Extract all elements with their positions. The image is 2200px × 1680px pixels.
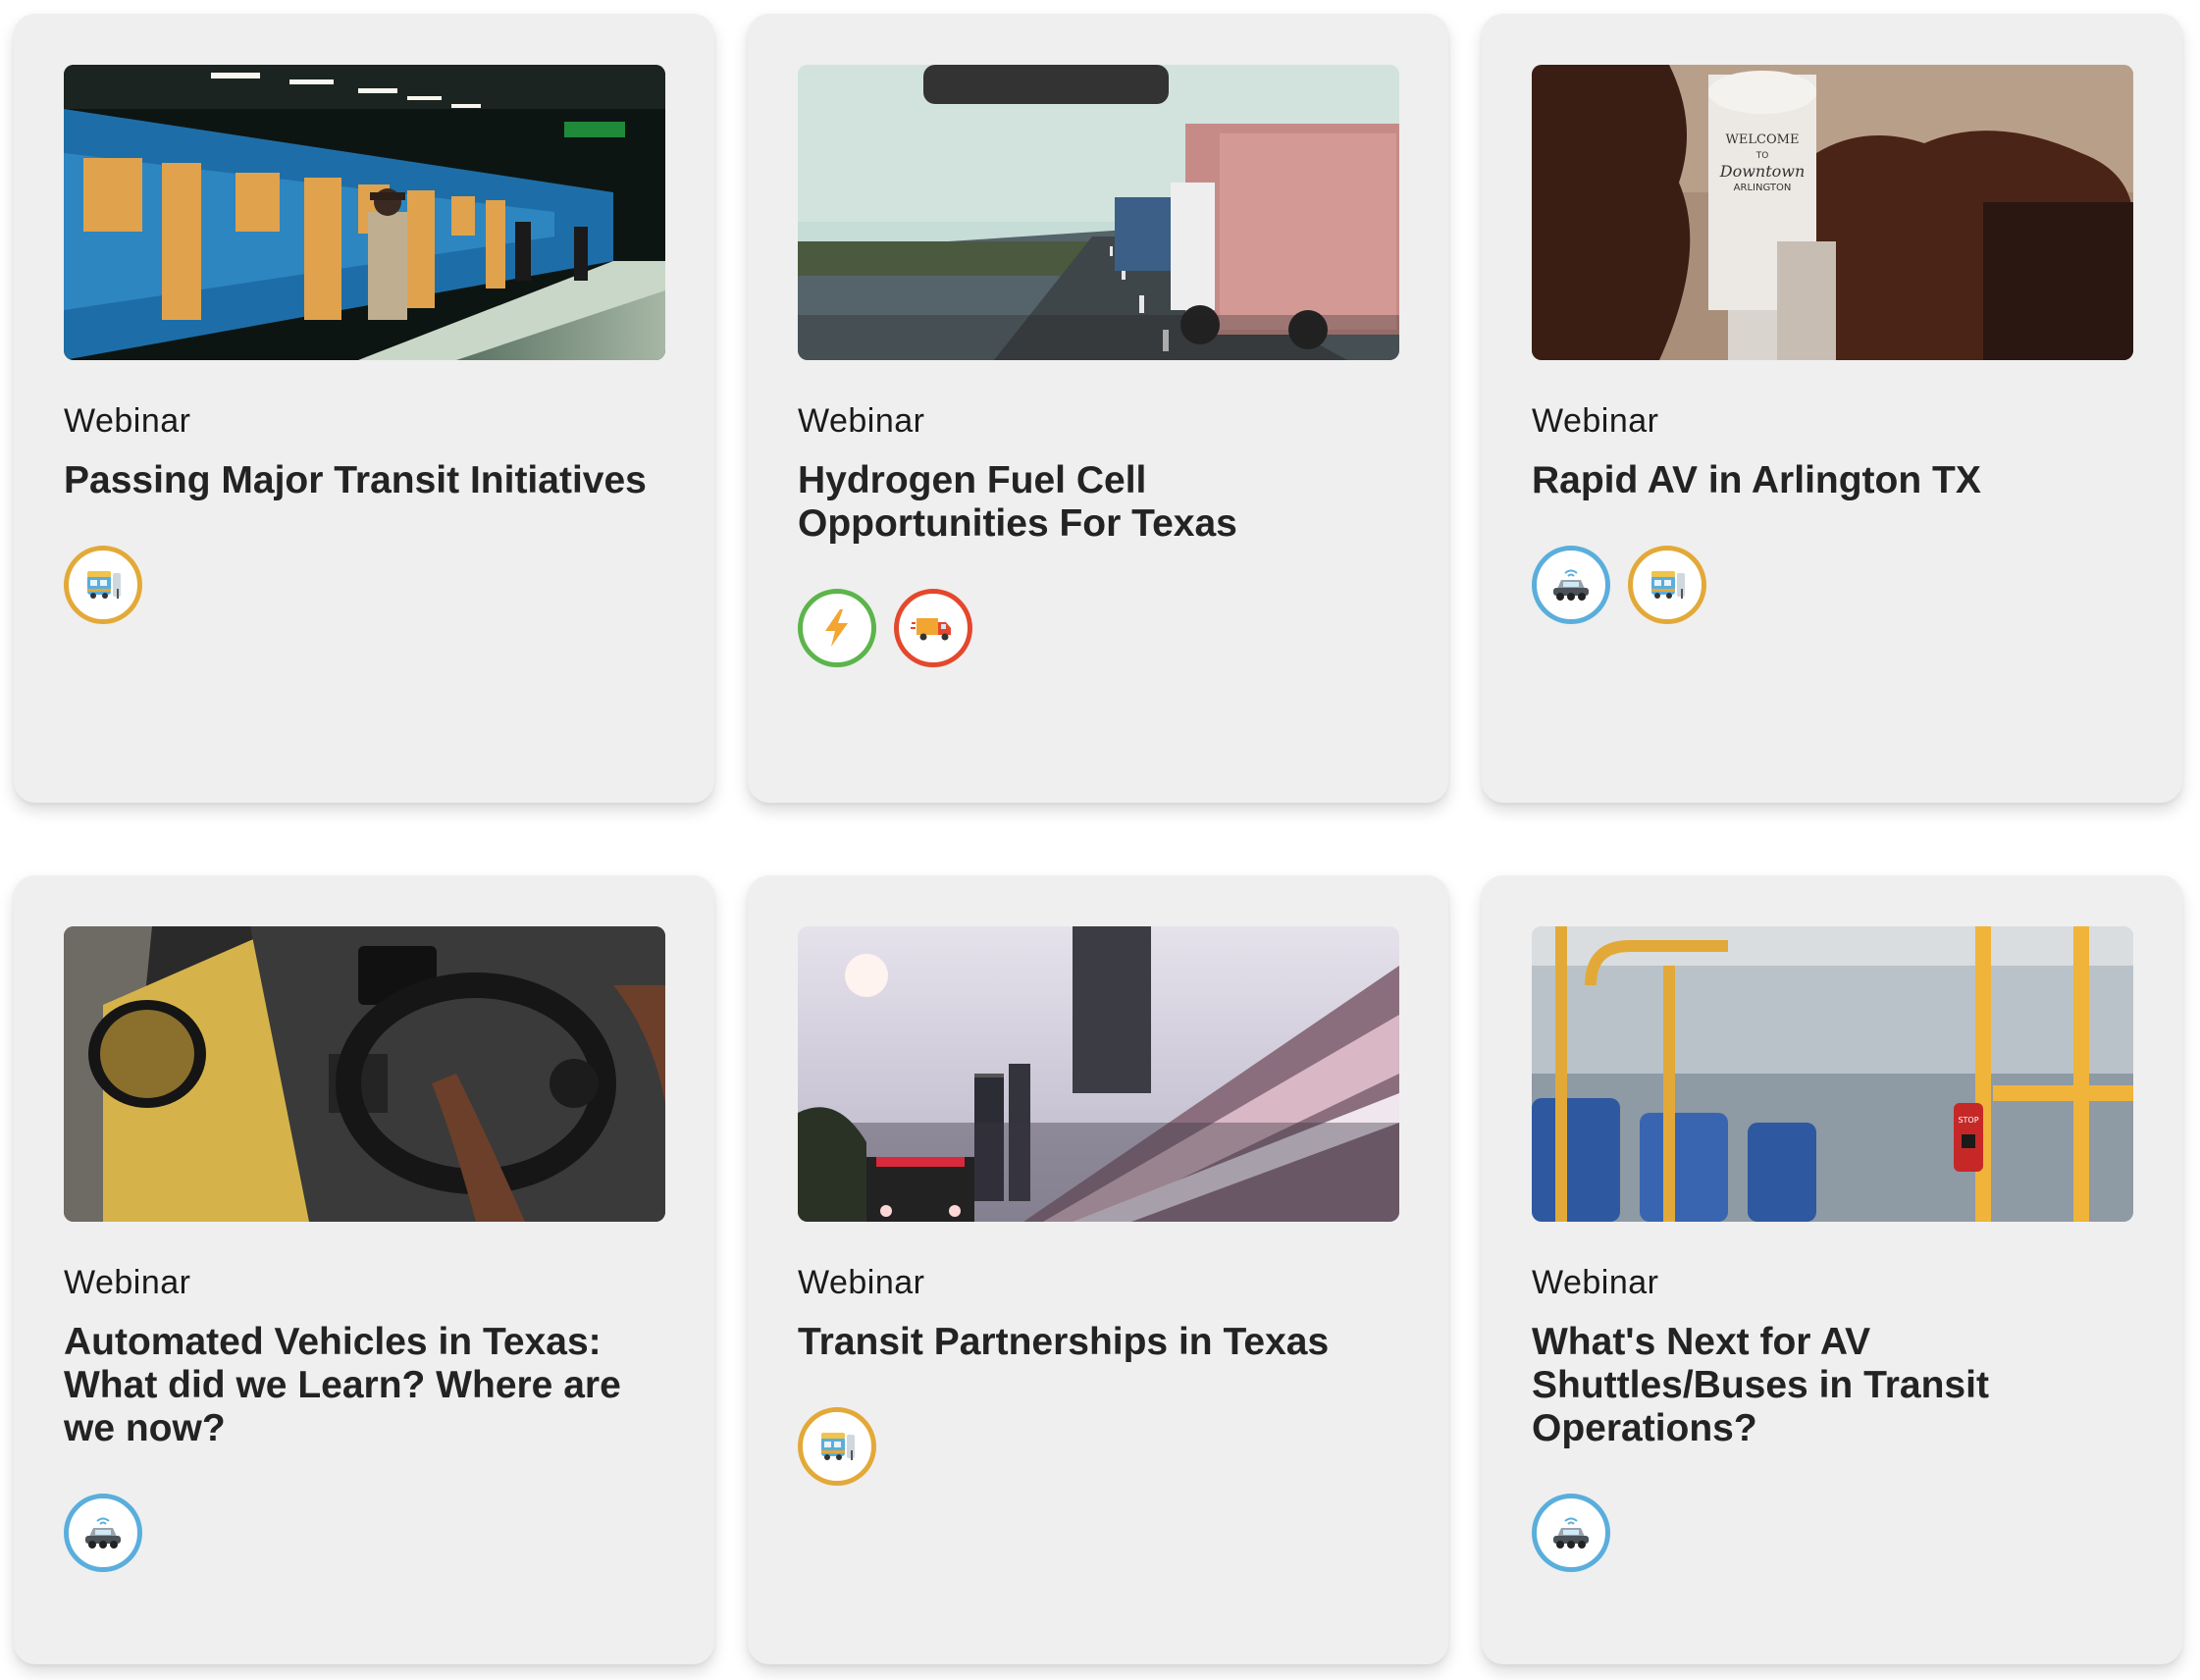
lightning-icon[interactable] [798, 588, 876, 667]
truck-icon[interactable] [894, 588, 972, 667]
autonomous-vehicle-icon[interactable] [1532, 1493, 1610, 1572]
transit-icon[interactable] [798, 1406, 876, 1486]
transit-icon[interactable] [1628, 545, 1706, 624]
card-image-highway [798, 65, 1399, 360]
card-tags [798, 1406, 1398, 1486]
card-title[interactable]: Hydrogen Fuel Cell Opportunities For Tex… [798, 459, 1396, 546]
webinar-card[interactable]: Webinar Hydrogen Fuel Cell Opportunities… [748, 14, 1448, 803]
card-title[interactable]: Transit Partnerships in Texas [798, 1321, 1396, 1364]
webinar-grid: Webinar Passing Major Transit Initiative… [0, 0, 2200, 1680]
card-tags [64, 545, 664, 624]
card-tags [64, 1493, 664, 1572]
card-title[interactable]: Automated Vehicles in Texas: What did we… [64, 1321, 662, 1450]
card-category: Webinar [64, 1264, 191, 1301]
card-tags [1532, 1493, 2132, 1572]
water-tower-text-welcome: WELCOME [1726, 132, 1800, 147]
card-title[interactable]: Passing Major Transit Initiatives [64, 459, 662, 502]
autonomous-vehicle-icon[interactable] [64, 1493, 142, 1572]
card-tags [1532, 545, 2132, 624]
card-title[interactable]: What's Next for AV Shuttles/Buses in Tra… [1532, 1321, 2130, 1450]
webinar-card[interactable]: WELCOME TO Downtown ARLINGTON Webinar Ra… [1482, 14, 2182, 803]
webinar-card[interactable]: STOP Webinar What's Next for AV Shuttles… [1482, 875, 2182, 1664]
card-category: Webinar [64, 402, 191, 440]
card-image-steering-wheel [64, 926, 665, 1222]
stop-button-text: STOP [1958, 1116, 1978, 1125]
card-image-water-tower: WELCOME TO Downtown ARLINGTON [1532, 65, 2133, 360]
water-tower-text-downtown: Downtown [1719, 162, 1806, 181]
card-image-subway [64, 65, 665, 360]
card-category: Webinar [798, 1264, 925, 1301]
card-image-bus-interior: STOP [1532, 926, 2133, 1222]
card-image-city-bus [798, 926, 1399, 1222]
water-tower-text-to: TO [1755, 151, 1769, 161]
transit-icon[interactable] [64, 545, 142, 624]
card-title[interactable]: Rapid AV in Arlington TX [1532, 459, 2130, 502]
card-category: Webinar [1532, 1264, 1659, 1301]
card-category: Webinar [1532, 402, 1659, 440]
autonomous-vehicle-icon[interactable] [1532, 545, 1610, 624]
webinar-card[interactable]: Webinar Automated Vehicles in Texas: Wha… [14, 875, 714, 1664]
webinar-card[interactable]: Webinar Passing Major Transit Initiative… [14, 14, 714, 803]
water-tower-text-arlington: ARLINGTON [1734, 183, 1792, 193]
webinar-card[interactable]: Webinar Transit Partnerships in Texas [748, 875, 1448, 1664]
card-tags [798, 588, 1398, 667]
card-category: Webinar [798, 402, 925, 440]
